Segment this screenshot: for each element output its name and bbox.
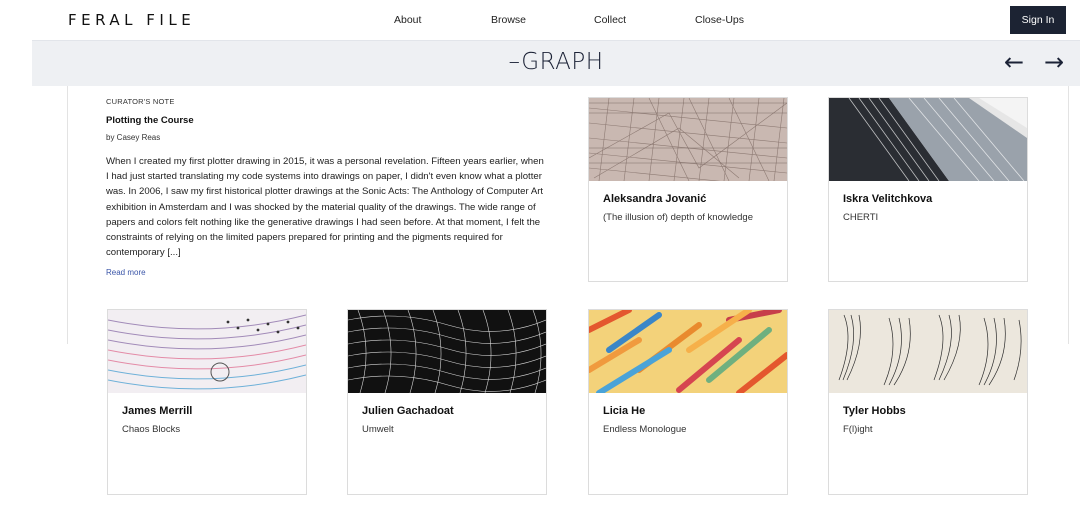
artwork-card[interactable]: Julien Gachadoat Umwelt xyxy=(347,309,547,495)
artwork-card[interactable]: Licia He Endless Monologue xyxy=(588,309,788,495)
nav-browse[interactable]: Browse xyxy=(491,14,526,26)
divider xyxy=(1068,86,1069,344)
curator-note-body: When I created my first plotter drawing … xyxy=(106,156,544,259)
curator-note-author: by Casey Reas xyxy=(106,133,161,142)
nav-about[interactable]: About xyxy=(394,14,421,26)
exhibition-title: –GRAPH xyxy=(508,49,604,75)
curator-note-label: CURATOR'S NOTE xyxy=(106,97,175,106)
artwork-card[interactable]: Tyler Hobbs F(l)ight xyxy=(828,309,1028,495)
artist-name: Julien Gachadoat xyxy=(362,405,454,417)
artwork-title: F(l)ight xyxy=(843,424,873,435)
curator-note-title: Plotting the Course xyxy=(106,115,194,126)
artist-name: Licia He xyxy=(603,405,646,417)
arrow-right-icon[interactable]: → xyxy=(1044,48,1064,76)
artwork-thumbnail xyxy=(108,310,306,393)
artwork-card[interactable]: Aleksandra Jovanić (The illusion of) dep… xyxy=(588,97,788,282)
feral-file-logo[interactable]: FERAL FILE xyxy=(68,11,195,29)
artwork-thumbnail xyxy=(589,98,787,181)
divider xyxy=(67,86,68,344)
artwork-title: Endless Monologue xyxy=(603,424,687,435)
artwork-thumbnail xyxy=(829,310,1027,393)
nav-close-ups[interactable]: Close-Ups xyxy=(695,14,744,26)
artwork-title: CHERTI xyxy=(843,212,879,223)
read-more-link[interactable]: Read more xyxy=(106,268,146,277)
artwork-thumbnail xyxy=(829,98,1027,181)
artist-name: Tyler Hobbs xyxy=(843,405,906,417)
artwork-title: Umwelt xyxy=(362,424,394,435)
artwork-card[interactable]: Iskra Velitchkova CHERTI xyxy=(828,97,1028,282)
top-navigation: FERAL FILE About Browse Collect Close-Up… xyxy=(0,0,1080,40)
artwork-title: Chaos Blocks xyxy=(122,424,181,435)
artist-name: Aleksandra Jovanić xyxy=(603,193,707,205)
exhibition-header: –GRAPH ← → xyxy=(32,40,1080,86)
artwork-thumbnail xyxy=(589,310,787,393)
artwork-card[interactable]: James Merrill Chaos Blocks xyxy=(107,309,307,495)
sign-in-button[interactable]: Sign In xyxy=(1010,6,1066,34)
nav-collect[interactable]: Collect xyxy=(594,14,626,26)
artwork-thumbnail xyxy=(348,310,546,393)
artwork-title: (The illusion of) depth of knowledge xyxy=(603,212,753,223)
curator-note: CURATOR'S NOTE Plotting the Course by Ca… xyxy=(106,97,546,280)
artist-name: Iskra Velitchkova xyxy=(843,193,933,205)
arrow-left-icon[interactable]: ← xyxy=(1004,48,1024,76)
artist-name: James Merrill xyxy=(122,405,193,417)
